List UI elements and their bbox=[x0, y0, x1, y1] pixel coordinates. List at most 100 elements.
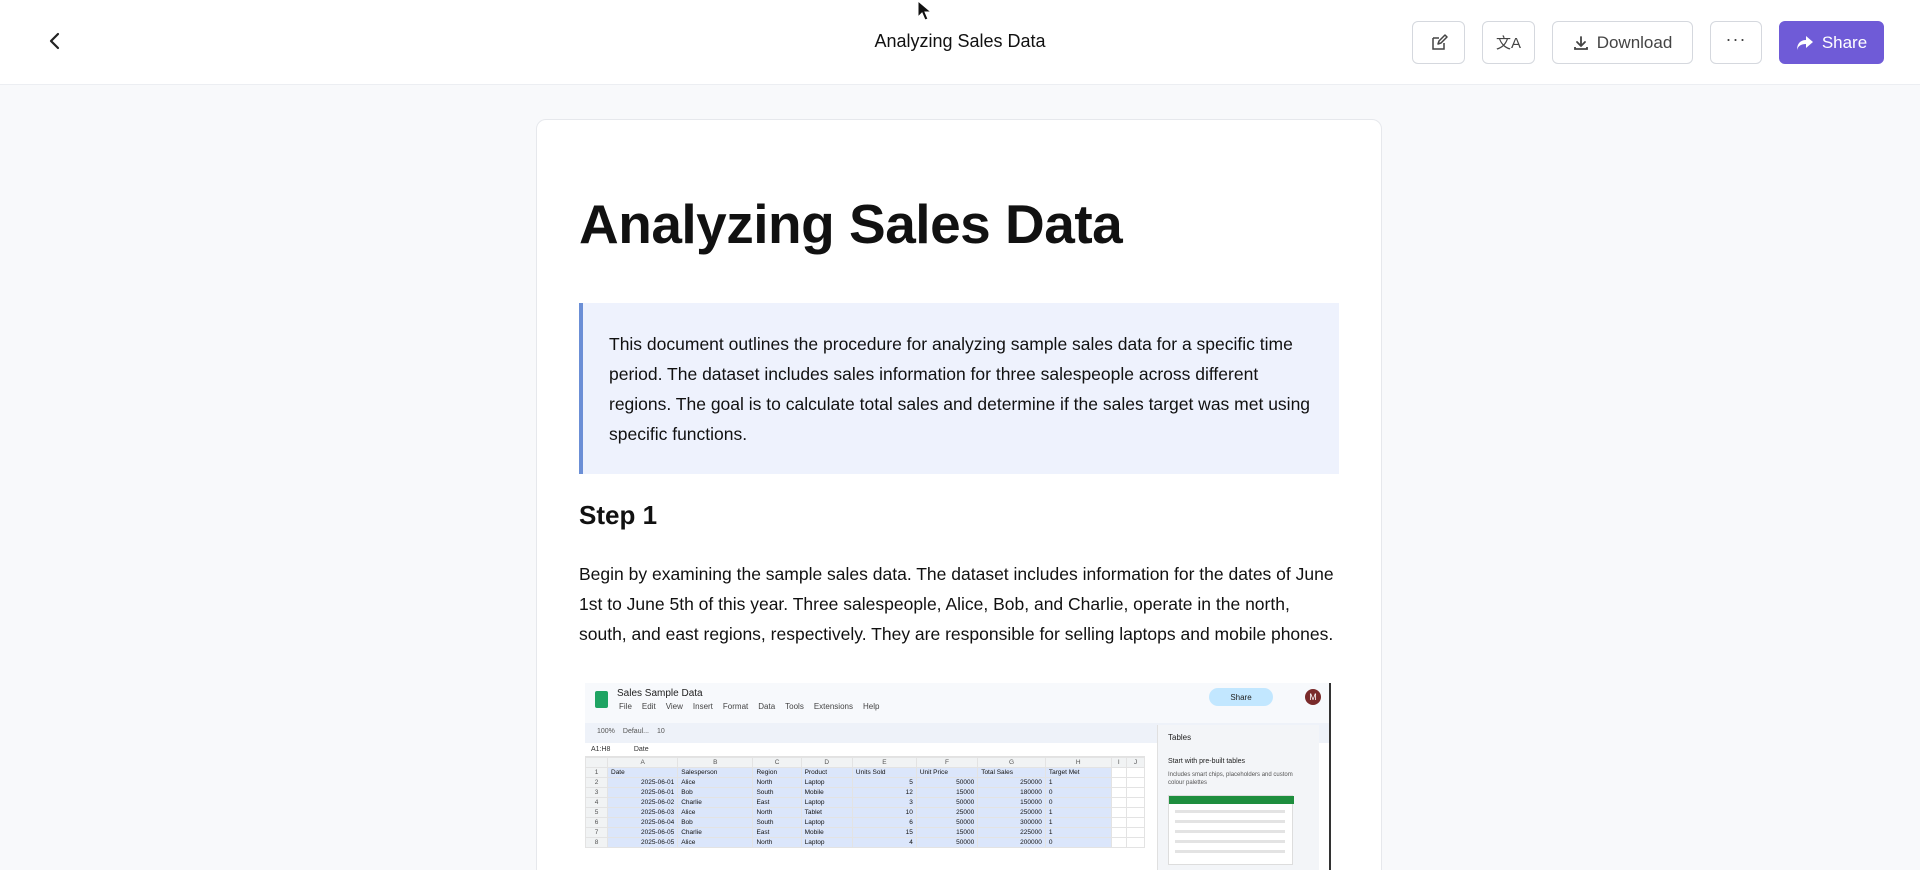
table-cell: Alice bbox=[677, 837, 754, 848]
menu-item: Edit bbox=[641, 702, 656, 711]
spreadsheet-menu: File Edit View Insert Format Data Tools … bbox=[619, 702, 879, 711]
header-cell: Target Met bbox=[1044, 767, 1112, 778]
empty-cell bbox=[1126, 767, 1145, 778]
cell-ref: A1:H8 bbox=[591, 746, 611, 753]
row-number: 1 bbox=[585, 767, 608, 778]
table-cell: 50000 bbox=[915, 817, 979, 828]
table-row: 2 2025-06-01 Alice North Laptop 5 50000 … bbox=[585, 777, 1145, 788]
empty-cell bbox=[1110, 787, 1128, 798]
tables-side-panel: Tables Start with pre-built tables Inclu… bbox=[1157, 725, 1319, 870]
table-cell: East bbox=[752, 797, 802, 808]
column-letter: J bbox=[1126, 757, 1145, 768]
table-cell: Alice bbox=[677, 777, 754, 788]
empty-cell bbox=[1110, 837, 1128, 848]
table-cell: 2025-06-03 bbox=[606, 807, 679, 818]
empty-cell bbox=[1126, 817, 1145, 828]
table-cell: 15000 bbox=[915, 787, 979, 798]
empty-cell bbox=[1126, 827, 1145, 838]
table-cell: 1 bbox=[1044, 777, 1112, 788]
download-label: Download bbox=[1596, 32, 1673, 52]
column-letter: F bbox=[915, 757, 979, 768]
translate-button[interactable]: 文A bbox=[1482, 21, 1535, 64]
template-line bbox=[1175, 850, 1285, 853]
font-value: Defaul... bbox=[622, 728, 649, 735]
empty-cell bbox=[1126, 837, 1145, 848]
table-cell: 2025-06-05 bbox=[606, 837, 679, 848]
formula-value: Date bbox=[633, 746, 649, 753]
table-cell: Laptop bbox=[800, 837, 853, 848]
share-icon bbox=[1796, 35, 1813, 50]
font-size-value: 10 bbox=[656, 728, 665, 735]
column-letter: H bbox=[1044, 757, 1112, 768]
more-options-button[interactable]: ··· bbox=[1710, 21, 1762, 64]
translate-icon: 文A bbox=[1495, 35, 1521, 52]
corner-cell bbox=[585, 757, 608, 768]
table-cell: Laptop bbox=[800, 817, 853, 828]
table-cell: Tablet bbox=[800, 807, 853, 818]
row-number: 3 bbox=[585, 787, 608, 798]
empty-cell bbox=[1126, 797, 1145, 808]
column-header-row: A B C D E F G H I J bbox=[585, 757, 1145, 768]
header-cell: Product bbox=[800, 767, 853, 778]
share-label: Share bbox=[1821, 32, 1868, 52]
header-cell: Salesperson bbox=[677, 767, 754, 778]
table-row: 3 2025-06-01 Bob South Mobile 12 15000 1… bbox=[585, 787, 1145, 798]
spreadsheet-file-name: Sales Sample Data bbox=[617, 688, 703, 699]
download-icon bbox=[1573, 35, 1588, 50]
spreadsheet-grid: A B C D E F G H I J 1 Date Salesperson R… bbox=[585, 757, 1145, 848]
table-cell: East bbox=[752, 827, 802, 838]
empty-cell bbox=[1110, 767, 1128, 778]
edit-button[interactable] bbox=[1412, 21, 1465, 64]
table-cell: Mobile bbox=[800, 827, 853, 838]
table-cell: 1 bbox=[1044, 807, 1112, 818]
menu-item: File bbox=[619, 702, 632, 711]
table-cell: 0 bbox=[1044, 837, 1112, 848]
empty-cell bbox=[1126, 787, 1145, 798]
top-bar: Analyzing Sales Data 文A Download ··· Sha… bbox=[0, 0, 1920, 85]
menu-item: Tools bbox=[785, 702, 804, 711]
table-cell: 5 bbox=[851, 777, 917, 788]
table-cell: 150000 bbox=[977, 797, 1046, 808]
table-row: 8 2025-06-05 Alice North Laptop 4 50000 … bbox=[585, 837, 1145, 848]
column-letter: D bbox=[800, 757, 853, 768]
row-number: 8 bbox=[585, 837, 608, 848]
intro-callout: This document outlines the procedure for… bbox=[579, 303, 1339, 474]
table-row: 5 2025-06-03 Alice North Tablet 10 25000… bbox=[585, 807, 1145, 818]
header-cell: Region bbox=[752, 767, 802, 778]
template-line bbox=[1175, 810, 1285, 813]
table-row: 4 2025-06-02 Charlie East Laptop 3 50000… bbox=[585, 797, 1145, 808]
table-cell: 6 bbox=[851, 817, 917, 828]
column-letter: C bbox=[752, 757, 802, 768]
table-cell: Bob bbox=[677, 817, 754, 828]
table-cell: 2025-06-01 bbox=[606, 787, 679, 798]
table-cell: 200000 bbox=[977, 837, 1046, 848]
table-cell: 0 bbox=[1044, 797, 1112, 808]
header-cell: Total Sales bbox=[977, 767, 1046, 778]
table-cell: 2025-06-05 bbox=[606, 827, 679, 838]
step-heading: Step 1 bbox=[579, 500, 658, 530]
column-letter: B bbox=[677, 757, 754, 768]
menu-item: View bbox=[665, 702, 683, 711]
table-cell: 3 bbox=[851, 797, 917, 808]
table-row: 1 Date Salesperson Region Product Units … bbox=[585, 767, 1145, 778]
side-panel-description: Includes smart chips, placeholders and c… bbox=[1168, 772, 1293, 786]
empty-cell bbox=[1110, 827, 1128, 838]
table-cell: North bbox=[752, 807, 802, 818]
table-row: 7 2025-06-05 Charlie East Mobile 15 1500… bbox=[585, 827, 1145, 838]
empty-cell bbox=[1110, 817, 1128, 828]
menu-item: Format bbox=[722, 702, 749, 711]
table-cell: South bbox=[752, 817, 802, 828]
table-cell: North bbox=[752, 777, 802, 788]
share-button[interactable]: Share bbox=[1779, 21, 1884, 64]
avatar: M bbox=[1305, 689, 1321, 705]
table-template-preview bbox=[1168, 795, 1294, 865]
menu-item: Extensions bbox=[813, 702, 853, 711]
spreadsheet-header: Sales Sample Data File Edit View Insert … bbox=[585, 683, 1329, 723]
table-cell: Charlie bbox=[677, 827, 754, 838]
row-number: 2 bbox=[585, 777, 608, 788]
table-cell: Bob bbox=[677, 787, 754, 798]
menu-item: Data bbox=[758, 702, 776, 711]
table-cell: 250000 bbox=[977, 777, 1046, 788]
side-panel-title: Tables bbox=[1168, 733, 1192, 742]
download-button[interactable]: Download bbox=[1552, 21, 1693, 64]
